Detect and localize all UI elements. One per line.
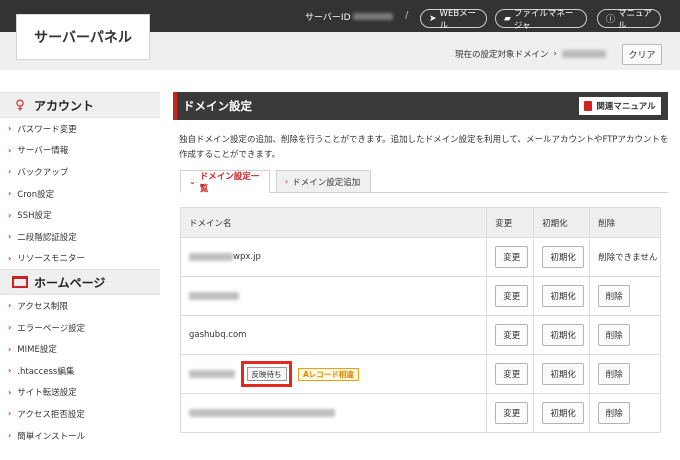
header-separator: / <box>405 10 409 21</box>
tab-bar: ⌄ ドメイン設定一覧 › ドメイン設定追加 <box>180 170 668 194</box>
change-button[interactable]: 変更 <box>495 363 529 385</box>
tab-domain-list[interactable]: ⌄ ドメイン設定一覧 <box>180 170 270 194</box>
chevron-right-icon: › <box>8 210 12 220</box>
col-header-change: 変更 <box>486 207 535 238</box>
chevron-right-icon: › <box>8 366 12 376</box>
domain-table: ドメイン名 変更 初期化 削除 wpx.jp 変更 初期化 削除できません 変更… <box>179 207 661 433</box>
sidebar-item-password[interactable]: › パスワード変更 <box>0 118 160 140</box>
sidebar-item-resource-monitor[interactable]: › リソースモニター <box>0 248 160 270</box>
chevron-right-icon: › <box>8 301 12 311</box>
chevron-right-icon: › <box>285 177 289 186</box>
sidebar-item-cron[interactable]: › Cron設定 <box>0 183 160 205</box>
target-domain-label: 現在の設定対象ドメイン <box>455 50 549 60</box>
init-button[interactable]: 初期化 <box>542 246 585 268</box>
change-button[interactable]: 変更 <box>495 402 529 424</box>
sidebar-item-access-deny[interactable]: › アクセス拒否設定 <box>0 403 160 425</box>
table-row: 変更 初期化 削除 <box>179 276 661 316</box>
chevron-right-icon: › <box>8 145 12 155</box>
chevron-right-icon: › <box>8 167 12 177</box>
domain-name-cell: wpx.jp <box>179 237 488 277</box>
table-row: 変更 初期化 削除 <box>179 393 661 433</box>
sidebar-item-server-info[interactable]: › サーバー情報 <box>0 140 160 162</box>
table-header-row: ドメイン名 変更 初期化 削除 <box>179 207 661 238</box>
target-domain-value-redacted <box>561 50 606 58</box>
init-button[interactable]: 初期化 <box>542 324 585 346</box>
cannot-delete-text: 削除できません <box>589 237 661 277</box>
change-button[interactable]: 変更 <box>495 246 529 268</box>
table-row: wpx.jp 変更 初期化 削除できません <box>179 237 661 277</box>
chevron-down-icon: ⌄ <box>189 177 196 186</box>
domain-redacted <box>189 408 335 417</box>
sidebar-item-access-limit[interactable]: › アクセス制限 <box>0 295 160 317</box>
sidebar-item-easy-install[interactable]: › 簡単インストール <box>0 425 160 447</box>
related-manual-button[interactable]: 関連マニュアル <box>579 97 661 115</box>
chevron-right-icon: › <box>8 189 12 199</box>
main-content: ドメイン設定 関連マニュアル 独自ドメイン設定の追加、削除を行うことができます。… <box>173 92 669 194</box>
sidebar-item-ssh[interactable]: › SSH設定 <box>0 204 160 226</box>
book-icon <box>584 101 593 111</box>
delete-button[interactable]: 削除 <box>598 363 631 385</box>
webmail-button[interactable]: ➤ WEBメール <box>420 9 487 31</box>
manual-button[interactable]: ⓘ マニュアル <box>597 9 661 31</box>
change-button[interactable]: 変更 <box>495 324 529 346</box>
pending-highlight: 反映待ち <box>241 361 292 387</box>
init-button[interactable]: 初期化 <box>542 402 585 424</box>
sidebar-item-htaccess[interactable]: › .htaccess編集 <box>0 360 160 382</box>
page-description: 独自ドメイン設定の追加、削除を行うことができます。追加したドメイン設定を利用して… <box>179 135 669 160</box>
paper-plane-icon: ➤ <box>429 13 437 24</box>
tab-domain-add[interactable]: › ドメイン設定追加 <box>276 170 371 193</box>
sidebar-section-homepage: ホームページ <box>0 269 160 296</box>
chevron-right-icon: › <box>8 253 12 263</box>
folder-icon: ▰ <box>504 13 511 24</box>
col-header-delete: 削除 <box>589 207 661 238</box>
sidebar-section-account: ♀ アカウント <box>0 92 160 118</box>
chevron-right-icon: › <box>8 344 12 354</box>
chevron-right-icon: › <box>8 409 12 419</box>
chevron-right-icon: › <box>8 124 12 134</box>
chevron-right-icon: › <box>8 323 12 333</box>
sidebar-item-mime[interactable]: › MIME設定 <box>0 338 160 360</box>
domain-name-cell <box>179 393 488 433</box>
server-id-value-redacted <box>352 13 393 20</box>
pending-status-badge: 反映待ち <box>246 367 287 381</box>
delete-button[interactable]: 削除 <box>598 285 631 307</box>
domain-redacted <box>189 370 235 378</box>
question-icon: ⓘ <box>606 15 616 25</box>
domain-name-cell: 反映待ち Aレコード相違 <box>179 354 488 394</box>
col-header-init: 初期化 <box>533 207 591 238</box>
target-domain: 現在の設定対象ドメイン › <box>455 48 606 60</box>
init-button[interactable]: 初期化 <box>542 285 585 307</box>
clear-button[interactable]: クリア <box>622 44 662 65</box>
chevron-right-icon: › <box>8 232 12 242</box>
sidebar: ♀ アカウント › パスワード変更 › サーバー情報 › バックアップ › Cron設定… <box>0 92 160 446</box>
chevron-right-icon: › <box>553 49 557 59</box>
init-button[interactable]: 初期化 <box>542 363 585 385</box>
chevron-right-icon: › <box>8 387 12 397</box>
filemanager-button[interactable]: ▰ ファイルマネージャ <box>495 9 587 31</box>
sidebar-item-site-redirect[interactable]: › サイト転送設定 <box>0 382 160 404</box>
delete-button[interactable]: 削除 <box>598 402 631 424</box>
app-logo[interactable]: サーバーパネル <box>16 14 150 60</box>
table-row: gashubq.com 変更 初期化 削除 <box>179 315 661 355</box>
person-icon: ♀ <box>15 97 25 113</box>
sidebar-item-backup[interactable]: › バックアップ <box>0 161 160 183</box>
change-button[interactable]: 変更 <box>495 285 529 307</box>
sidebar-item-error-page[interactable]: › エラーページ設定 <box>0 317 160 339</box>
domain-name-cell: gashubq.com <box>179 315 488 355</box>
screen-icon <box>12 276 28 289</box>
chevron-right-icon: › <box>8 431 12 441</box>
table-row: 反映待ち Aレコード相違 変更 初期化 削除 <box>179 354 661 394</box>
col-header-domain: ドメイン名 <box>179 207 488 238</box>
domain-prefix-redacted <box>189 252 233 261</box>
sidebar-item-2fa[interactable]: › 二段階認証設定 <box>0 226 160 248</box>
delete-button[interactable]: 削除 <box>598 324 631 346</box>
domain-redacted <box>189 291 239 300</box>
page-title: ドメイン設定 関連マニュアル <box>173 92 668 120</box>
domain-name-cell <box>179 276 488 316</box>
server-id: サーバーID <box>305 10 393 23</box>
server-id-label: サーバーID <box>305 13 351 23</box>
a-record-mismatch-badge: Aレコード相違 <box>298 367 359 381</box>
